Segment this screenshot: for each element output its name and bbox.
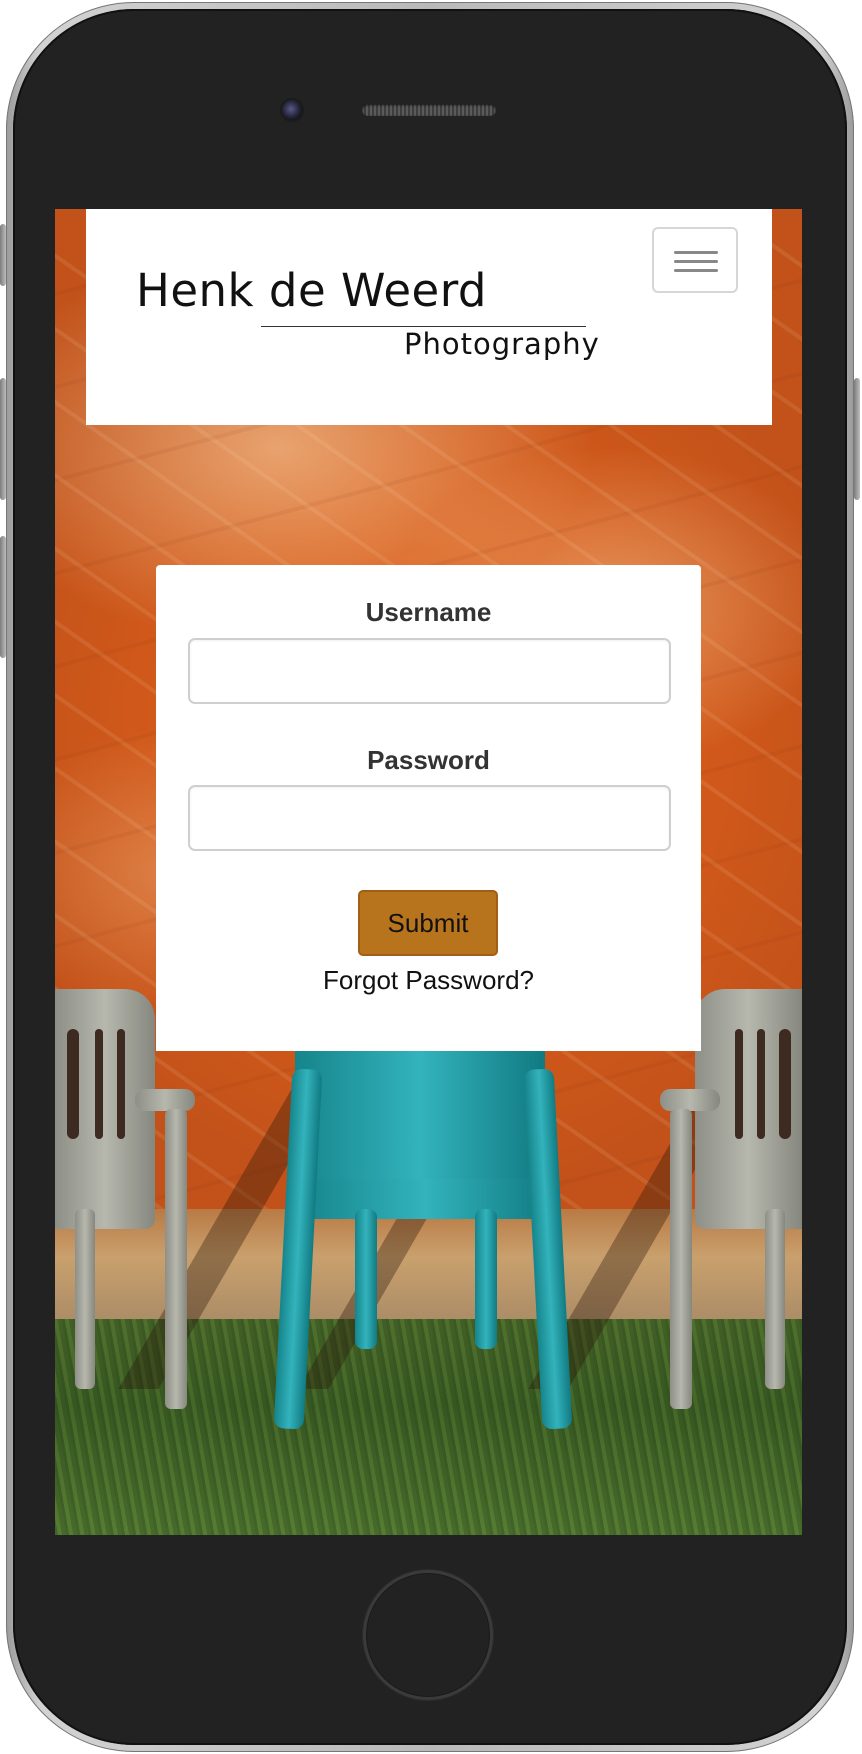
earpiece-speaker	[362, 104, 496, 116]
volume-down-button	[0, 536, 6, 658]
volume-up-button	[0, 378, 6, 500]
right-chair-arm	[660, 1089, 720, 1111]
hamburger-menu-icon	[674, 251, 718, 254]
password-input[interactable]	[188, 785, 671, 851]
teal-chair-leg	[355, 1209, 377, 1349]
username-label: Username	[365, 597, 492, 627]
login-form: Username Password Submit Forgot Password…	[156, 565, 701, 1051]
right-chair-leg	[670, 1109, 692, 1409]
teal-chair-seat	[300, 1179, 550, 1219]
right-chair-leg	[765, 1209, 785, 1389]
home-button[interactable]	[363, 1570, 493, 1700]
teal-chair-leg	[475, 1209, 497, 1349]
left-chair-leg	[165, 1109, 187, 1409]
front-camera	[282, 100, 302, 120]
left-chair-arm	[135, 1089, 195, 1111]
forgot-password-link[interactable]: Forgot Password?	[156, 965, 701, 996]
phone-screen: Henk de Weerd Photography Username Passw…	[55, 209, 802, 1535]
left-chair-slot	[95, 1029, 103, 1139]
power-button	[854, 378, 860, 500]
left-chair-slot	[117, 1029, 125, 1139]
mute-switch	[0, 224, 6, 286]
brand-name[interactable]: Henk de Weerd	[136, 264, 487, 317]
right-chair-slot	[779, 1029, 791, 1139]
password-label: Password	[367, 745, 490, 775]
hamburger-menu-icon	[674, 269, 718, 272]
site-header: Henk de Weerd Photography	[86, 209, 772, 425]
teal-chair-back	[295, 1051, 545, 1191]
submit-button[interactable]: Submit	[358, 890, 498, 956]
right-chair-slot	[735, 1029, 743, 1139]
right-chair-slot	[757, 1029, 765, 1139]
username-input[interactable]	[188, 638, 671, 704]
left-chair-leg	[75, 1209, 95, 1389]
brand-subtitle: Photography	[404, 327, 600, 361]
hamburger-menu-icon	[674, 260, 718, 263]
menu-toggle-button[interactable]	[652, 227, 738, 293]
left-chair-slot	[67, 1029, 79, 1139]
